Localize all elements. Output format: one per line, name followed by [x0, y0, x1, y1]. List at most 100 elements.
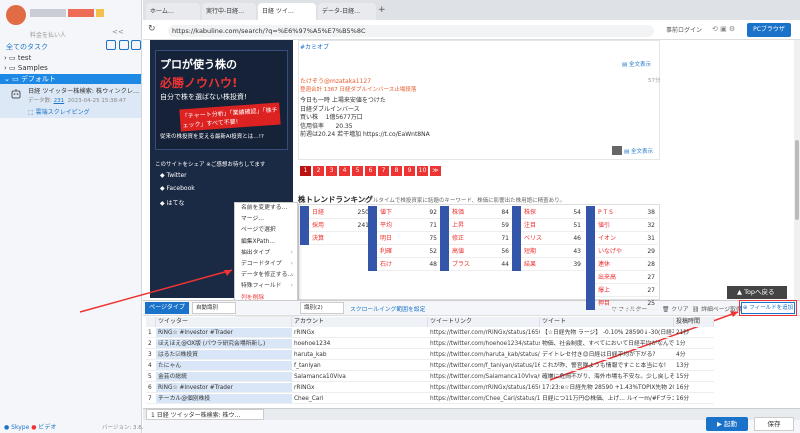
scroll-range-link[interactable]: スクロールイング範囲を設定 — [350, 304, 425, 313]
new-task-icon[interactable] — [131, 40, 141, 50]
grid-cell[interactable]: 21秒 — [674, 328, 714, 338]
context-menu-item[interactable]: 名前を変更する… — [235, 203, 297, 214]
grid-cell[interactable]: 物価、社会制度、すべてにおいて日経平均がなんでも… — [540, 339, 674, 349]
share-facebook[interactable]: ◆ Facebook — [160, 185, 195, 192]
trend-row[interactable]: 平均 71 — [368, 219, 440, 232]
grid-cell[interactable]: f_taniyan — [292, 361, 428, 371]
grid-header-cell[interactable]: 投稿時間 — [674, 317, 714, 327]
skype-link[interactable]: ● Skype ● ビデオ — [4, 422, 56, 431]
grid-header-cell[interactable] — [146, 317, 156, 327]
page-link[interactable]: 9 — [404, 166, 415, 176]
trend-row[interactable]: 決算 — [300, 232, 372, 245]
collapse-sidebar-button[interactable]: << — [112, 28, 124, 36]
trend-row[interactable]: 押目 25 — [586, 297, 658, 310]
trend-row[interactable]: 爆上 27 — [586, 284, 658, 297]
grid-cell[interactable]: hoehoe1234 — [292, 339, 428, 349]
grid-cell[interactable]: 日経につ11万円😊株価、上げ… ルイ一m/#Fブラス株主… — [540, 394, 674, 404]
recognition-select[interactable]: 自動識別 — [192, 302, 236, 314]
grid-cell[interactable]: 6 — [146, 383, 156, 393]
trend-row[interactable]: 高値 56 — [440, 245, 512, 258]
grid-cell[interactable]: 15分 — [674, 372, 714, 382]
tree-item-default[interactable]: ⌄ ▭ デフォルト — [4, 74, 56, 84]
camera-icon[interactable] — [612, 146, 622, 155]
grid-cell[interactable]: RiNG☆ #Investor #Trader — [156, 383, 292, 393]
toolbar-icons[interactable]: ⟲ ▣ ⚙ — [712, 25, 735, 33]
grid-cell[interactable]: rRINGx — [292, 383, 428, 393]
context-menu-item[interactable]: 特殊フィールド › — [235, 281, 297, 292]
trend-row[interactable]: 株探 54 — [512, 206, 584, 219]
grid-cell[interactable]: 7 — [146, 394, 156, 404]
grid-header-cell[interactable]: ツイッター — [156, 317, 292, 327]
grid-cell[interactable]: https://twitter.com/Chee_Cari/status/165… — [428, 394, 540, 404]
page-type-button[interactable]: ページタイプ — [145, 302, 189, 314]
trend-row[interactable]: イオン 31 — [586, 232, 658, 245]
grid-cell[interactable]: https://twitter.com/haruta_kab/status/16… — [428, 350, 540, 360]
grid-cell[interactable]: これが昨、警官隊ようも情報ですこと本当にな! — [540, 361, 674, 371]
grid-cell[interactable]: 17:23:e☆日経先物 28590 +1.43%TOPIX先物 2035… — [540, 383, 674, 393]
share-twitter[interactable]: ◆ Twitter — [160, 172, 187, 179]
trend-row[interactable]: 日経 250 — [300, 206, 372, 219]
avatar[interactable] — [6, 5, 26, 25]
cloud-scraping-link[interactable]: ⬚ 雲端スクレイピング — [28, 107, 90, 116]
trend-row[interactable]: 石け 48 — [368, 258, 440, 271]
grid-cell[interactable]: 16分 — [674, 383, 714, 393]
detail-page-button[interactable]: ⛓ 詳細ページ取得 — [692, 304, 742, 313]
page-link[interactable]: 1 — [300, 166, 311, 176]
all-tasks-heading[interactable]: 全てのタスク — [6, 42, 48, 52]
grid-cell[interactable]: 2 — [146, 339, 156, 349]
tab-nikkei-twitter[interactable]: 日経 ツイ… — [258, 3, 316, 20]
trend-row[interactable]: プラス 44 — [440, 258, 512, 271]
grid-cell[interactable]: デイトレセ付き😊日経は日経平均が下がる? — [540, 350, 674, 360]
tweet-author[interactable]: たけぞう@mzataka1127 — [300, 76, 371, 85]
grid-header-cell[interactable]: ツイートリンク — [428, 317, 540, 327]
trend-row[interactable]: 利確 52 — [368, 245, 440, 258]
reload-icon[interactable]: ↻ — [148, 24, 156, 34]
trend-row[interactable]: 採用 241 — [300, 219, 372, 232]
page-link[interactable]: 4 — [339, 166, 350, 176]
grid-cell[interactable]: 金芸の総統 — [156, 372, 292, 382]
pc-browser-button[interactable]: PCブラウザ — [747, 23, 791, 37]
grid-cell[interactable]: Salamanca10Viva — [292, 372, 428, 382]
tab-data[interactable]: データ-日経… — [318, 3, 376, 20]
new-folder-icon[interactable] — [106, 40, 116, 50]
trend-row[interactable]: 連休 28 — [586, 258, 658, 271]
trend-row[interactable]: 上昇 59 — [440, 219, 512, 232]
page-scrollbar-thumb[interactable] — [795, 140, 799, 220]
grid-cell[interactable]: 1 — [146, 328, 156, 338]
grid-cell[interactable]: 4分 — [674, 350, 714, 360]
trend-row[interactable]: いなげや 29 — [586, 245, 658, 258]
share-hatena[interactable]: ◆ はてな — [160, 198, 185, 207]
context-menu-item[interactable]: 抽出タイプ › — [235, 248, 297, 259]
url-input[interactable]: https://kabuline.com/search/?q=%E6%97%A5… — [168, 25, 654, 37]
back-to-top-button[interactable]: ▲ Topへ戻る — [727, 286, 787, 299]
grid-cell[interactable]: haruta_kab — [292, 350, 428, 360]
grid-cell[interactable]: 16分 — [674, 394, 714, 404]
grid-cell[interactable]: https://twitter.com/rRINGx/status/165077… — [428, 383, 540, 393]
grid-cell[interactable]: RiNG☆ #Investor #Trader — [156, 328, 292, 338]
status-task-tab[interactable]: 1 日経 ツイッター株検索: 株ウ… — [146, 409, 264, 420]
context-menu-item[interactable]: デコードタイプ › — [235, 259, 297, 270]
grid-cell[interactable]: ほえほえ@OX版 (パウラ研究会場所新し) — [156, 339, 292, 349]
page-link[interactable]: 6 — [365, 166, 376, 176]
trend-row[interactable]: 注目 51 — [512, 219, 584, 232]
grid-header-cell[interactable]: アカウント — [292, 317, 428, 327]
tab-home[interactable]: ホーム… — [146, 3, 200, 20]
recognition-select-2[interactable]: 識別(2) — [300, 302, 344, 314]
full-text-button[interactable]: ▤ 全文表示 — [622, 60, 651, 68]
full-text-button[interactable]: ▤ 全文表示 — [624, 147, 653, 155]
tree-item-samples[interactable]: › ▭ Samples — [4, 63, 48, 73]
trend-row[interactable]: 明日 75 — [368, 232, 440, 245]
grid-cell[interactable]: 3 — [146, 350, 156, 360]
grid-cell[interactable]: https://twitter.com/rRINGx/status/165078… — [428, 328, 540, 338]
grid-cell[interactable]: チーカル@個別株投 — [156, 394, 292, 404]
grid-cell[interactable]: たにゃん — [156, 361, 292, 371]
data-count-link[interactable]: 231 — [54, 98, 65, 104]
clear-button[interactable]: 🗑 クリア — [662, 304, 689, 313]
context-menu-item[interactable]: データを修正する… › — [235, 270, 297, 281]
trend-row[interactable]: 結果 39 — [512, 258, 584, 271]
grid-header-cell[interactable]: ツイート — [540, 317, 674, 327]
grid-cell[interactable]: https://twitter.com/hoehoe1234/status/16… — [428, 339, 540, 349]
grid-cell[interactable]: 1分 — [674, 339, 714, 349]
trend-row[interactable]: 株価 84 — [440, 206, 512, 219]
page-link[interactable]: ≫ — [430, 166, 441, 176]
